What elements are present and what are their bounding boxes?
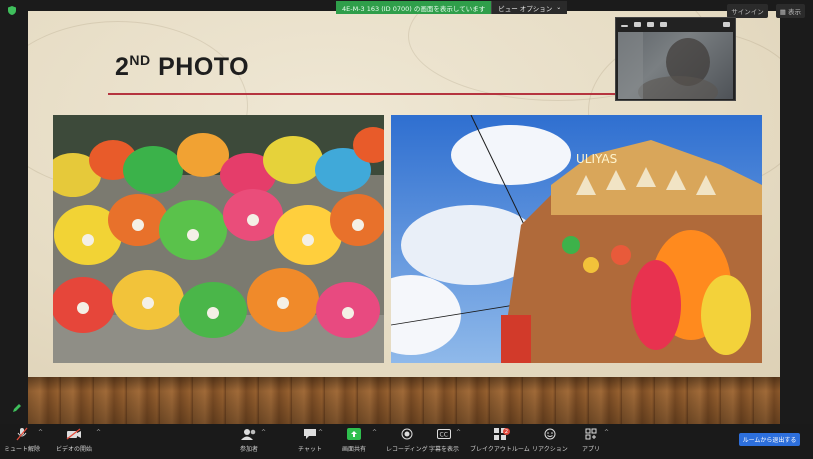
display-label: 表示 [788, 8, 801, 16]
festival-dancers-photo [53, 115, 384, 363]
chat-icon [302, 427, 318, 441]
building-sign-text: ULIYAS [576, 152, 617, 166]
reaction-icon [542, 427, 558, 441]
share-screen-button[interactable]: 画面共有 [342, 427, 366, 453]
mute-options-caret-icon[interactable]: ^ [38, 429, 43, 436]
reactions-button[interactable]: リアクション [532, 427, 568, 453]
captions-caret-icon[interactable]: ^ [456, 429, 461, 436]
chat-label: チャット [298, 446, 322, 453]
start-video-label: ビデオの開始 [56, 446, 93, 453]
expand-icon[interactable] [723, 22, 730, 27]
mute-label: ミュート解除 [4, 446, 41, 453]
self-video-panel[interactable] [615, 17, 736, 101]
slide-title: 2ND PHOTO [115, 52, 250, 81]
grid-icon: ▦ [779, 8, 786, 16]
mute-button[interactable]: ミュート解除 [4, 427, 40, 453]
record-button[interactable]: レコーディング [386, 427, 428, 453]
meeting-toolbar: ミュート解除 ^ ビデオの開始 ^ 参加者 ^ チャット ^ 画面共有 ^ レコ… [0, 424, 813, 459]
record-icon [399, 427, 415, 441]
breakout-count-badge: 2 [503, 428, 510, 435]
svg-text:CC: CC [440, 432, 448, 439]
security-shield-icon[interactable] [8, 6, 16, 15]
annotate-pen-icon[interactable] [12, 403, 22, 413]
gallery-view-icon[interactable] [660, 22, 667, 27]
single-view-icon[interactable] [634, 22, 641, 27]
signin-button[interactable]: サインイン [727, 4, 768, 18]
breakout-label: ブレイクアウトルーム [470, 446, 530, 453]
apps-label: アプリ [582, 446, 601, 453]
floor-shade [28, 377, 780, 424]
chevron-down-icon: ⌄ [556, 4, 562, 11]
captions-label: 字幕を表示 [429, 446, 460, 453]
strip-view-icon[interactable] [647, 22, 654, 27]
share-status-bar: 4E-M-3 163 (ID 0700) の画面を表示しています ビュー オプシ… [336, 1, 568, 14]
video-panel-toolbar [616, 18, 735, 31]
share-screen-icon [346, 427, 362, 441]
view-options-button[interactable]: ビュー オプション ⌄ [491, 1, 568, 14]
apps-caret-icon[interactable]: ^ [604, 429, 609, 436]
share-caret-icon[interactable]: ^ [372, 429, 377, 436]
captions-button[interactable]: CC 字幕を表示 [429, 427, 459, 453]
captions-icon: CC [436, 427, 452, 441]
participants-label: 参加者 [240, 446, 259, 453]
display-button[interactable]: ▦ 表示 [775, 4, 805, 18]
reaction-label: リアクション [532, 446, 568, 453]
video-options-caret-icon[interactable]: ^ [96, 429, 101, 436]
microphone-muted-icon [14, 427, 30, 441]
top-right-controls: サインイン ▦ 表示 [727, 4, 805, 18]
title-divider [108, 93, 618, 95]
zoom-meeting-window: 2ND PHOTO ULIYAS 4E-M-3 163 (ID 0700) の画… [0, 0, 813, 459]
leave-room-button[interactable]: ルームから退出する [739, 433, 800, 446]
participants-caret-icon[interactable]: ^ [261, 429, 266, 436]
apps-button[interactable]: アプリ [582, 427, 600, 453]
minimize-icon[interactable] [621, 25, 628, 27]
decorated-building-photo: ULIYAS [391, 115, 762, 363]
video-off-icon [66, 427, 82, 441]
video-feed [618, 32, 733, 99]
apps-icon [583, 427, 599, 441]
share-screen-label: 画面共有 [342, 446, 367, 453]
record-label: レコーディング [386, 446, 428, 453]
participants-button[interactable]: 参加者 [240, 427, 258, 453]
chat-caret-icon[interactable]: ^ [318, 429, 323, 436]
share-status-text: 4E-M-3 163 (ID 0700) の画面を表示しています [336, 1, 492, 14]
view-options-label: ビュー オプション [498, 4, 553, 13]
breakout-rooms-button[interactable]: ブレイクアウトルーム [470, 427, 530, 453]
start-video-button[interactable]: ビデオの開始 [56, 427, 92, 453]
participants-icon [241, 427, 257, 441]
